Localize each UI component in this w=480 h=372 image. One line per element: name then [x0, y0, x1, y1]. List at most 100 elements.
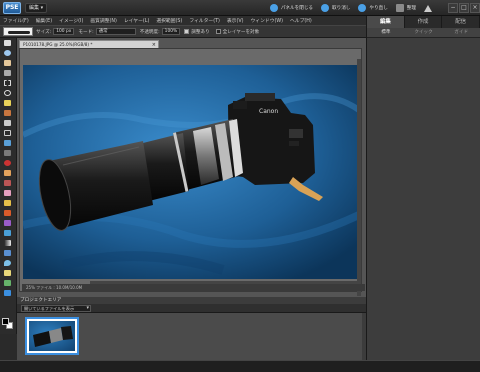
document-window: Canon 25% ファイル : 10.0M/10.0M — [19, 48, 365, 296]
spot-healing-icon — [4, 170, 11, 176]
foreground-color[interactable] — [2, 318, 9, 325]
tool-eyedropper[interactable] — [2, 69, 14, 78]
eyedropper-icon — [4, 70, 11, 76]
gradient-icon — [4, 240, 11, 246]
redo-button[interactable]: やり直し — [358, 4, 388, 12]
tool-clone-stamp[interactable] — [2, 179, 14, 188]
title-bar: PSE 編集 ▾ パネルを閉じる 取り消し やり直し 整理 − □ × — [0, 0, 480, 16]
size-field[interactable]: 100 px — [53, 28, 75, 35]
undo-button[interactable]: 取り消し — [321, 4, 350, 12]
organizer-button[interactable]: 整理 — [395, 4, 416, 12]
tool-zoom[interactable] — [2, 49, 14, 58]
blur-icon — [4, 260, 11, 266]
maximize-button[interactable]: □ — [459, 3, 469, 13]
magic-wand-icon — [4, 100, 11, 106]
sample-all-checkbox[interactable] — [215, 29, 221, 34]
tool-magic-wand[interactable] — [2, 99, 14, 108]
tool-straighten[interactable] — [2, 149, 14, 158]
tool-blur[interactable] — [2, 259, 14, 268]
menu-filter[interactable]: フィルター(T) — [189, 17, 220, 24]
tool-shape[interactable] — [2, 249, 14, 258]
minimize-button[interactable]: − — [448, 3, 458, 13]
menu-view[interactable]: 表示(V) — [227, 17, 244, 24]
tool-smart-brush[interactable] — [2, 219, 14, 228]
document-tab[interactable]: P1010178.JPG @ 25.0%(RGB/8) * × — [19, 40, 159, 48]
app-logo: PSE — [3, 2, 21, 14]
subtab-quick[interactable]: クイック — [405, 28, 443, 37]
mode-select[interactable]: 通常 — [95, 28, 136, 35]
home-button[interactable] — [424, 4, 435, 12]
shape-icon — [4, 250, 11, 256]
tab-share[interactable]: 配信 — [442, 16, 480, 28]
tool-recompose[interactable] — [2, 289, 14, 298]
tool-custom-shape[interactable] — [2, 279, 14, 288]
close-panels-button[interactable]: パネルを閉じる — [269, 4, 313, 12]
marquee-icon — [4, 80, 11, 86]
photo-canvas[interactable]: Canon — [23, 65, 359, 279]
menu-edit[interactable]: 編集(E) — [36, 17, 52, 24]
opacity-field[interactable]: 100% — [161, 28, 181, 35]
tool-selection-brush[interactable] — [2, 109, 14, 118]
right-panel: 編集 作成 配信 標準 クイック ガイド — [366, 16, 480, 360]
selection-brush-icon — [4, 110, 11, 116]
undo-icon — [321, 4, 330, 12]
document-title: P1010178.JPG @ 25.0%(RGB/8) * — [23, 42, 93, 47]
document-status: 25% ファイル : 10.0M/10.0M — [22, 284, 365, 291]
tab-edit[interactable]: 編集 — [367, 16, 405, 28]
menu-enhance[interactable]: 画質調整(N) — [90, 17, 117, 24]
project-bin-dropdown[interactable]: 開いているファイルを表示 — [21, 305, 91, 312]
clone-stamp-icon — [4, 180, 11, 186]
crop-icon — [4, 130, 11, 136]
tool-spot-healing[interactable] — [2, 169, 14, 178]
menu-help[interactable]: ヘルプ(H) — [290, 17, 312, 24]
vertical-scrollbar[interactable] — [357, 59, 361, 296]
menu-bar: ファイル(F) 編集(E) イメージ(I) 画質調整(N) レイヤー(L) 選択… — [0, 16, 366, 25]
tool-move[interactable] — [2, 39, 14, 48]
tool-brush[interactable] — [2, 209, 14, 218]
panel-body — [367, 38, 480, 360]
home-icon — [424, 4, 432, 12]
aligned-checkbox[interactable] — [184, 29, 190, 34]
camera-photo: Canon — [23, 65, 359, 279]
menu-select[interactable]: 選択範囲(S) — [156, 17, 182, 24]
close-button[interactable]: × — [470, 3, 480, 13]
thumbnail-item[interactable] — [25, 317, 79, 355]
tool-type[interactable] — [2, 119, 14, 128]
tool-pencil[interactable] — [2, 199, 14, 208]
subtab-guided[interactable]: ガイド — [442, 28, 480, 37]
tool-hand[interactable] — [2, 59, 14, 68]
brush-preset-picker[interactable] — [3, 27, 33, 36]
menu-image[interactable]: イメージ(I) — [59, 17, 83, 24]
tool-lasso[interactable] — [2, 89, 14, 98]
brush-icon — [4, 210, 11, 216]
hand-icon — [4, 60, 11, 66]
menu-window[interactable]: ウィンドウ(W) — [251, 17, 283, 24]
smart-brush-icon — [4, 220, 11, 226]
thumbnail-image — [29, 321, 75, 351]
sample-all-label: 全レイヤーを対象 — [222, 29, 260, 35]
tool-paint-bucket[interactable] — [2, 229, 14, 238]
title-actions: パネルを閉じる 取り消し やり直し 整理 − □ × — [269, 0, 480, 16]
tool-gradient[interactable] — [2, 239, 14, 248]
menu-layer[interactable]: レイヤー(L) — [124, 17, 149, 24]
project-bin-toolbar: 開いているファイルを表示 — [17, 304, 366, 313]
tool-cookie-cutter[interactable] — [2, 139, 14, 148]
tool-crop[interactable] — [2, 129, 14, 138]
organizer-icon — [395, 4, 404, 12]
tool-eraser[interactable] — [2, 189, 14, 198]
custom-shape-icon — [4, 280, 11, 286]
bottom-strip — [0, 360, 480, 372]
tab-create[interactable]: 作成 — [405, 16, 443, 28]
subtab-full[interactable]: 標準 — [367, 28, 405, 37]
tool-red-eye[interactable] — [2, 159, 14, 168]
mode-dropdown[interactable]: 編集 ▾ — [25, 3, 48, 13]
toolbox — [0, 38, 17, 334]
tool-marquee[interactable] — [2, 79, 14, 88]
zoom-icon — [4, 50, 11, 56]
color-swatches[interactable] — [2, 318, 14, 330]
mode-label: モード: — [78, 29, 94, 35]
red-eye-icon — [4, 160, 11, 166]
menu-file[interactable]: ファイル(F) — [3, 17, 29, 24]
tool-sponge[interactable] — [2, 269, 14, 278]
project-bin-header[interactable]: プロジェクトエリア — [17, 296, 366, 304]
